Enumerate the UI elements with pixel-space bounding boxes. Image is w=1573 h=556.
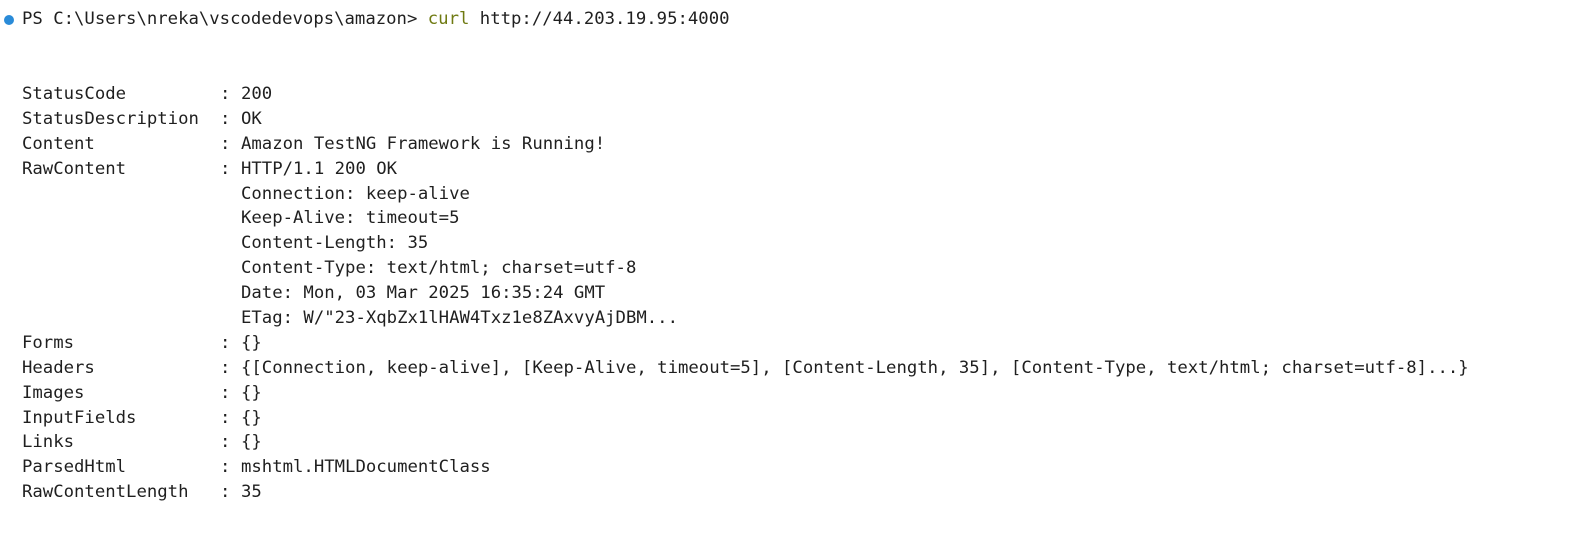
output-row-key: Forms bbox=[22, 332, 75, 353]
output-row-separator bbox=[220, 182, 241, 207]
output-row: Headers: {[Connection, keep-alive], [Keep… bbox=[22, 356, 1469, 381]
output-row: RawContent: HTTP/1.1 200 OK bbox=[22, 157, 1469, 182]
output-row-separator: : bbox=[220, 457, 231, 478]
output-row-value: OK bbox=[241, 108, 262, 129]
output-row: RawContentLength:35 bbox=[22, 480, 1469, 505]
output-row-value: 200 bbox=[241, 84, 273, 104]
response-output: StatusCode:200 StatusDescription: OK Conten… bbox=[22, 82, 1469, 505]
output-row-key: Headers bbox=[22, 357, 95, 378]
output-row-separator bbox=[220, 256, 241, 281]
output-row-separator bbox=[220, 206, 241, 231]
output-row: Content-Type: text/html; charset=utf-8 bbox=[22, 256, 1469, 281]
output-row-separator: : bbox=[220, 382, 231, 403]
output-row-value: 35 bbox=[241, 482, 262, 503]
output-row-value: {[Connection, keep-alive], [Keep-Alive, … bbox=[241, 357, 1469, 378]
output-row-key: Images bbox=[22, 382, 85, 403]
output-row-value: Content-Length: 35 bbox=[241, 233, 429, 254]
output-row-key: InputFields bbox=[22, 407, 137, 428]
output-row-value: Keep-Alive: timeout=5 bbox=[241, 208, 460, 229]
output-row-separator: : bbox=[220, 407, 231, 428]
output-row-separator: : bbox=[220, 432, 231, 453]
terminal-output-panel[interactable]: PS C:\Users\nreka\vscodedevops\amazon> c… bbox=[0, 0, 1573, 556]
output-row-value: ETag: W/"23-XqbZx1lHAW4Txz1e8ZAxvyAjDBM.… bbox=[241, 308, 678, 329]
prompt-path: PS C:\Users\nreka\vscodedevops\amazon> bbox=[22, 9, 418, 29]
output-row-key bbox=[22, 281, 220, 306]
output-row: InputFields: {} bbox=[22, 406, 1469, 431]
output-row-separator bbox=[220, 281, 241, 306]
output-row-key: StatusCode bbox=[22, 84, 127, 104]
output-row-value: {} bbox=[241, 407, 262, 428]
command-status-dot-icon[interactable] bbox=[4, 14, 14, 25]
output-row-value: Amazon TestNG Framework is Running! bbox=[241, 133, 606, 154]
command-name: curl bbox=[427, 9, 470, 29]
output-row-separator: : bbox=[220, 84, 231, 104]
output-row: ETag: W/"23-XqbZx1lHAW4Txz1e8ZAxvyAjDBM.… bbox=[22, 306, 1469, 331]
output-row-value: {} bbox=[241, 432, 262, 453]
output-row-separator: : bbox=[220, 482, 231, 503]
output-row-key: Content bbox=[22, 133, 95, 154]
output-row: StatusDescription: OK bbox=[22, 107, 1469, 132]
output-row: Keep-Alive: timeout=5 bbox=[22, 206, 1469, 231]
output-row-value: Content-Type: text/html; charset=utf-8 bbox=[241, 258, 637, 279]
output-row-key bbox=[22, 182, 220, 207]
command-argument: http://44.203.19.95:4000 bbox=[479, 9, 730, 29]
output-row-key: RawContent bbox=[22, 158, 127, 179]
output-row-key: Links bbox=[22, 432, 75, 453]
output-row-separator bbox=[220, 231, 241, 256]
output-row-key bbox=[22, 256, 220, 281]
output-row-value: Date: Mon, 03 Mar 2025 16:35:24 GMT bbox=[241, 283, 606, 304]
output-row-key: RawContentLength bbox=[22, 482, 189, 503]
output-row-value: HTTP/1.1 200 OK bbox=[241, 158, 398, 179]
output-row-value: Connection: keep-alive bbox=[241, 183, 470, 204]
output-row-key bbox=[22, 231, 220, 256]
output-row-key: StatusDescription bbox=[22, 108, 199, 129]
output-row: Links: {} bbox=[22, 430, 1469, 455]
output-row-separator: : bbox=[220, 158, 231, 179]
output-row-separator: : bbox=[220, 108, 231, 129]
output-row-key: ParsedHtml bbox=[22, 457, 127, 478]
output-row-value: mshtml.HTMLDocumentClass bbox=[241, 457, 491, 478]
command-prompt-line: PS C:\Users\nreka\vscodedevops\amazon> c… bbox=[0, 7, 730, 32]
output-row: Images: {} bbox=[22, 381, 1469, 406]
output-row-separator bbox=[220, 306, 241, 331]
output-row-separator: : bbox=[220, 357, 231, 378]
output-row-separator: : bbox=[220, 133, 231, 154]
output-row: Content-Length: 35 bbox=[22, 231, 1469, 256]
output-row-value: {} bbox=[241, 382, 262, 403]
output-row: ParsedHtml: mshtml.HTMLDocumentClass bbox=[22, 455, 1469, 480]
output-row: Connection: keep-alive bbox=[22, 182, 1469, 207]
output-row-separator: : bbox=[220, 332, 231, 353]
output-row-key bbox=[22, 206, 220, 231]
output-row: Forms: {} bbox=[22, 331, 1469, 356]
output-row: Date: Mon, 03 Mar 2025 16:35:24 GMT bbox=[22, 281, 1469, 306]
output-row-value: {} bbox=[241, 332, 262, 353]
output-row-key bbox=[22, 306, 220, 331]
output-row: Content: Amazon TestNG Framework is Runni… bbox=[22, 132, 1469, 157]
output-row: StatusCode:200 bbox=[22, 82, 1469, 107]
